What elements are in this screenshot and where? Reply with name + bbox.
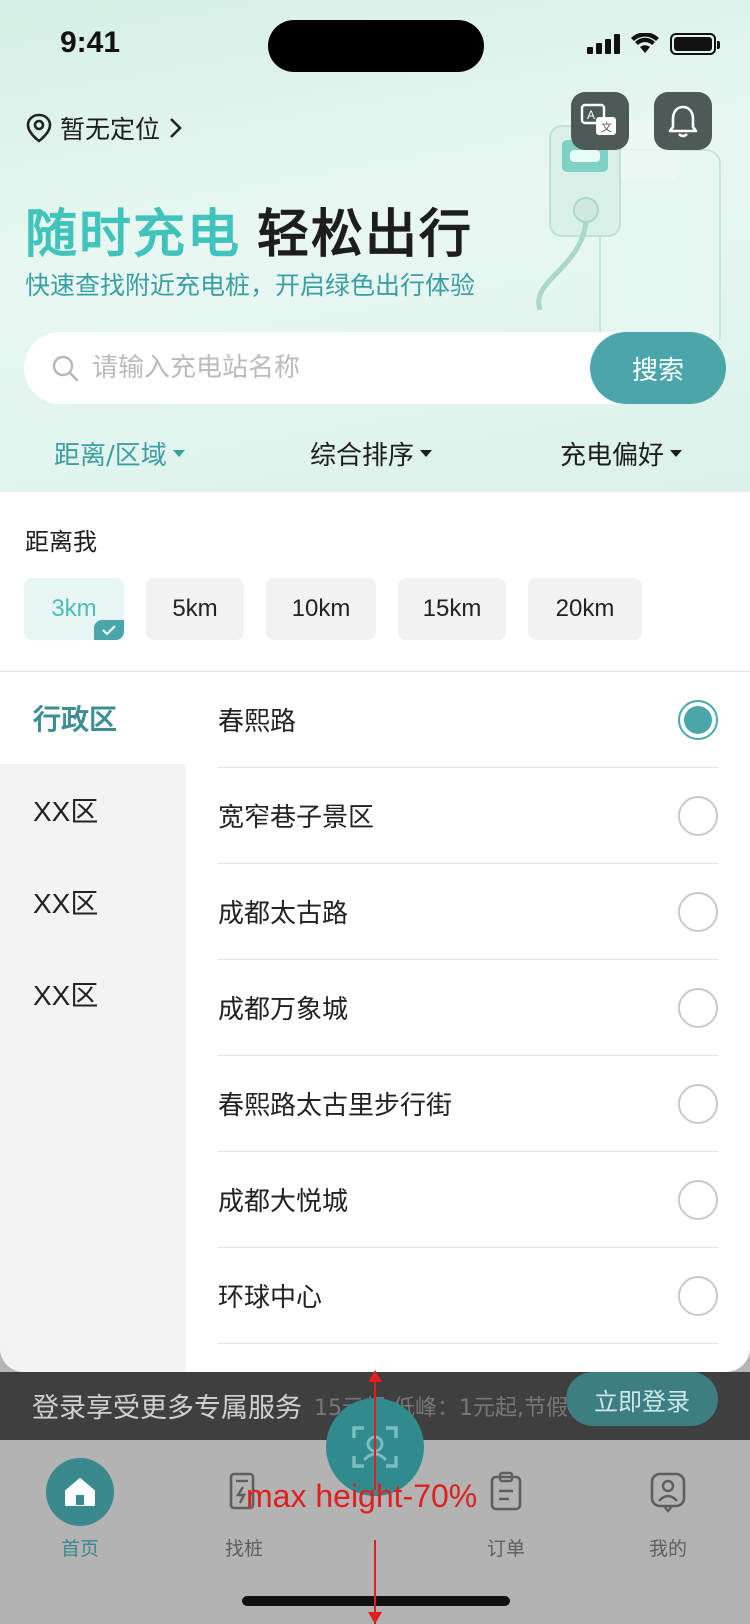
- tab-label: 找桩: [224, 1538, 263, 1560]
- filter-distance-area[interactable]: 距离/区域: [54, 435, 185, 472]
- area-row[interactable]: 春熙路太古里步行街: [218, 1056, 718, 1152]
- filter-bar: 距离/区域 综合排序 充电偏好: [0, 425, 750, 481]
- district-list: 行政区 XX区 XX区 XX区: [0, 672, 186, 1372]
- tab-label: 我的: [648, 1538, 687, 1560]
- area-label: 春熙路太古里步行街: [218, 1091, 453, 1121]
- chip-label: 3km: [51, 595, 97, 622]
- profile-icon: [634, 1458, 702, 1526]
- filter-preference[interactable]: 充电偏好: [560, 435, 683, 472]
- filter-label: 距离/区域: [54, 441, 167, 471]
- headline-main: 轻松出行: [257, 205, 474, 265]
- distance-options: 3km 5km 10km 15km 20km: [24, 578, 642, 640]
- radio-unselected[interactable]: [678, 795, 718, 836]
- status-icons: [587, 30, 720, 58]
- area-row[interactable]: 成都太古路: [218, 864, 718, 960]
- caret-down-icon: [670, 450, 683, 457]
- wifi-icon: [631, 33, 659, 53]
- chevron-right-icon: [170, 118, 182, 138]
- status-time: 9:41: [60, 26, 121, 59]
- area-label: 成都太古路: [218, 899, 349, 929]
- area-row[interactable]: 宽窄巷子景区: [218, 768, 718, 864]
- svg-text:文: 文: [601, 120, 612, 134]
- filter-sort[interactable]: 综合排序: [310, 435, 433, 472]
- filter-label: 综合排序: [310, 441, 415, 471]
- area-row[interactable]: 环球中心: [218, 1248, 718, 1344]
- arrow-down-icon: [368, 1612, 382, 1624]
- area-filter-panel: 距离我 3km 5km 10km 15km 20km 行政区 XX区 XX区 X…: [0, 492, 750, 1372]
- tab-home[interactable]: 首页: [20, 1458, 140, 1561]
- search-input[interactable]: [92, 332, 572, 404]
- chip-label: 10km: [291, 595, 351, 622]
- area-label: 宽窄巷子景区: [218, 803, 375, 833]
- district-item[interactable]: XX区: [0, 764, 186, 856]
- bell-icon: [668, 105, 698, 138]
- distance-chip-5km[interactable]: 5km: [146, 578, 244, 640]
- area-label: 成都大悦城: [218, 1187, 349, 1217]
- hero-subline: 快速查找附近充电桩，开启绿色出行体验: [25, 271, 476, 300]
- dynamic-island: [268, 20, 484, 72]
- district-item[interactable]: XX区: [0, 856, 186, 948]
- battery-icon: [670, 33, 720, 55]
- arrow-up-icon: [368, 1370, 382, 1382]
- charger-illustration: [536, 120, 721, 340]
- chip-label: 20km: [555, 595, 615, 622]
- home-indicator: [242, 1596, 510, 1606]
- radio-unselected[interactable]: [678, 1179, 718, 1220]
- chip-label: 5km: [172, 595, 218, 622]
- radio-unselected[interactable]: [678, 1275, 718, 1316]
- caret-down-icon: [420, 450, 433, 457]
- location-label: 暂无定位: [60, 115, 161, 144]
- tab-profile[interactable]: 我的: [608, 1458, 728, 1561]
- distance-chip-20km[interactable]: 20km: [528, 578, 642, 640]
- hero-headline: 随时充电 轻松出行: [25, 192, 473, 267]
- search-icon: [52, 355, 79, 382]
- radio-unselected[interactable]: [678, 987, 718, 1028]
- search-button[interactable]: 搜索: [590, 332, 726, 404]
- district-item[interactable]: 行政区: [0, 672, 186, 764]
- tab-label: 订单: [486, 1538, 525, 1560]
- filter-label: 充电偏好: [560, 441, 665, 471]
- svg-text:A: A: [587, 108, 595, 122]
- area-label: 春熙路: [218, 707, 297, 737]
- distance-chip-3km[interactable]: 3km: [24, 578, 124, 640]
- search-bar: 搜索: [24, 332, 726, 404]
- chip-label: 15km: [422, 595, 482, 622]
- login-button[interactable]: 立即登录: [566, 1372, 718, 1426]
- translate-icon: A 文: [580, 103, 616, 135]
- radio-selected[interactable]: [678, 699, 718, 740]
- area-row[interactable]: 成都大悦城: [218, 1152, 718, 1248]
- annotation-label: max height-70%: [246, 1478, 478, 1514]
- location-selector[interactable]: 暂无定位: [26, 110, 184, 146]
- radio-unselected[interactable]: [678, 1083, 718, 1124]
- distance-title: 距离我: [25, 528, 97, 556]
- login-prompt: 登录享受更多专属服务: [32, 1393, 302, 1424]
- area-list: 春熙路 宽窄巷子景区 成都太古路 成都万象城 春熙路太古里步行街 成都大悦城 环…: [218, 672, 718, 1344]
- district-item[interactable]: XX区: [0, 948, 186, 1040]
- radio-unselected[interactable]: [678, 891, 718, 932]
- check-icon: [94, 620, 124, 640]
- cellular-signal-icon: [587, 34, 620, 54]
- distance-chip-15km[interactable]: 15km: [398, 578, 506, 640]
- hero-header: 9:41 暂无定位 A 文 随时充电 轻松出行 快速查找附近充电桩，开启绿色出行…: [0, 0, 750, 492]
- area-label: 环球中心: [218, 1283, 323, 1313]
- headline-accent: 随时充电: [25, 205, 242, 265]
- area-label: 成都万象城: [218, 995, 349, 1025]
- tab-label: 首页: [60, 1538, 99, 1560]
- area-row[interactable]: 成都万象城: [218, 960, 718, 1056]
- translate-button[interactable]: A 文: [571, 92, 629, 150]
- location-pin-icon: [26, 113, 52, 143]
- notification-button[interactable]: [654, 92, 712, 150]
- status-bar: 9:41: [0, 0, 750, 90]
- distance-chip-10km[interactable]: 10km: [266, 578, 376, 640]
- annotation-line: [374, 1372, 376, 1490]
- area-row[interactable]: 春熙路: [218, 672, 718, 768]
- caret-down-icon: [172, 450, 185, 457]
- clipboard-icon: [472, 1458, 540, 1526]
- home-icon: [46, 1458, 114, 1526]
